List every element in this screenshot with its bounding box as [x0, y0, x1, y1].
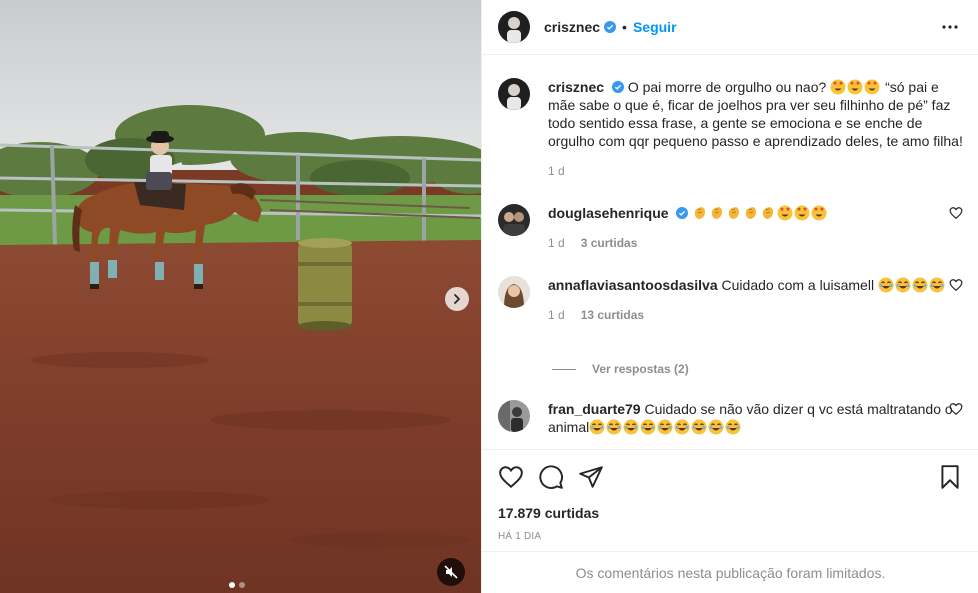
verified-badge-icon [676, 207, 689, 219]
comment-like-count[interactable]: 13 curtidas [581, 306, 644, 324]
post-timestamp[interactable]: HÁ 1 DIA [498, 531, 541, 542]
profile-picture [498, 276, 530, 308]
more-options-icon [942, 25, 958, 29]
comment-like-heart-icon[interactable] [949, 206, 963, 220]
post-actions-bar [482, 449, 978, 502]
share-icon[interactable] [578, 464, 604, 490]
post-header: crisznec • Seguir [482, 0, 978, 55]
laughing-emoji-icon [589, 419, 606, 435]
comment-body: annaflaviasantoosdasilva Cuidado com a l… [548, 276, 963, 324]
carousel-dot [229, 582, 235, 588]
comment-text: Cuidado com a luisamell [721, 277, 875, 293]
comment-body: fran_duarte79 Cuidado se não vão dizer q… [548, 400, 963, 436]
avatar[interactable] [498, 204, 530, 236]
profile-picture [498, 11, 530, 43]
comment-username[interactable]: douglasehenrique [548, 205, 669, 221]
star-struck-emoji-icon [811, 205, 828, 221]
chevron-right-icon [454, 294, 460, 304]
clapping-hands-emoji-icon [760, 205, 777, 221]
video-frame-horse-arena [0, 0, 481, 593]
view-replies-button[interactable]: Ver respostas (2) [552, 362, 689, 376]
caption-username[interactable]: crisznec [548, 79, 604, 95]
laughing-emoji-icon [623, 419, 640, 435]
caption-meta: 1 d [548, 162, 963, 180]
replies-divider-line [552, 368, 576, 370]
caption-age[interactable]: 1 d [548, 162, 565, 180]
clapping-hands-emoji-icon [692, 205, 709, 221]
comments-limited-text: Os comentários nesta publicação foram li… [575, 564, 886, 581]
clapping-hands-emoji-icon [726, 205, 743, 221]
comment-username[interactable]: fran_duarte79 [548, 401, 641, 417]
comment-age[interactable]: 1 d [548, 234, 565, 252]
instagram-post-view: crisznec • Seguir crisznec O pai morre d… [0, 0, 978, 593]
comment-like-heart-icon[interactable] [949, 278, 963, 292]
laughing-emoji-icon [606, 419, 623, 435]
star-struck-emoji-icon [794, 205, 811, 221]
heart-icon[interactable] [498, 464, 524, 490]
comments-limited-notice: Os comentários nesta publicação foram li… [482, 551, 978, 593]
comment-item: fran_duarte79 Cuidado se não vão dizer q… [498, 400, 963, 436]
follow-button[interactable]: Seguir [633, 19, 677, 35]
carousel-indicator [229, 582, 245, 588]
laughing-emoji-icon [912, 277, 929, 293]
caption-text-lead: O pai morre de orgulho ou nao? [627, 79, 827, 95]
clapping-hands-emoji-icon [743, 205, 760, 221]
avatar[interactable] [498, 400, 530, 432]
avatar[interactable] [498, 276, 530, 308]
star-struck-emoji-icon [847, 79, 864, 95]
avatar[interactable] [498, 11, 530, 43]
comments-list[interactable]: crisznec O pai morre de orgulho ou nao? … [482, 56, 978, 449]
comment-meta: 1 d 3 curtidas [548, 234, 963, 252]
laughing-emoji-icon [640, 419, 657, 435]
avatar[interactable] [498, 78, 530, 110]
muted-speaker-icon [444, 565, 458, 579]
more-options-button[interactable] [938, 15, 962, 39]
laughing-emoji-icon [708, 419, 725, 435]
verified-badge-icon [604, 21, 617, 33]
laughing-emoji-icon [691, 419, 708, 435]
laughing-emoji-icon [674, 419, 691, 435]
laughing-emoji-icon [895, 277, 912, 293]
comment-meta: 1 d 13 curtidas [548, 306, 963, 324]
clapping-hands-emoji-icon [709, 205, 726, 221]
star-struck-emoji-icon [830, 79, 847, 95]
comment-age[interactable]: 1 d [548, 306, 565, 324]
mute-toggle-button[interactable] [437, 558, 465, 586]
laughing-emoji-icon [657, 419, 674, 435]
verified-badge-icon [611, 81, 624, 93]
profile-picture [498, 400, 530, 432]
carousel-dot [239, 582, 245, 588]
star-struck-emoji-icon [864, 79, 881, 95]
post-author-username[interactable]: crisznec [544, 19, 600, 35]
post-caption: crisznec O pai morre de orgulho ou nao? … [498, 78, 963, 180]
comment-username[interactable]: annaflaviasantoosdasilva [548, 277, 718, 293]
header-separator: • [622, 19, 627, 35]
caption-body: crisznec O pai morre de orgulho ou nao? … [548, 78, 963, 180]
view-replies-label: Ver respostas (2) [592, 362, 689, 376]
post-side-panel: crisznec • Seguir crisznec O pai morre d… [481, 0, 978, 593]
likes-count[interactable]: 17.879 curtidas [498, 505, 599, 521]
star-struck-emoji-icon [777, 205, 794, 221]
laughing-emoji-icon [929, 277, 946, 293]
profile-picture [498, 204, 530, 236]
bookmark-icon[interactable] [937, 464, 963, 490]
laughing-emoji-icon [878, 277, 895, 293]
post-media[interactable] [0, 0, 481, 593]
comment-like-heart-icon[interactable] [949, 402, 963, 416]
comment-body: douglasehenrique 1 d 3 curtidas [548, 204, 963, 252]
profile-picture [498, 78, 530, 110]
comment-icon[interactable] [538, 464, 564, 490]
comment-item: douglasehenrique 1 d 3 curtidas [498, 204, 963, 252]
laughing-emoji-icon [725, 419, 742, 435]
comment-item: annaflaviasantoosdasilva Cuidado com a l… [498, 276, 963, 324]
comment-like-count[interactable]: 3 curtidas [581, 234, 638, 252]
carousel-next-button[interactable] [445, 287, 469, 311]
